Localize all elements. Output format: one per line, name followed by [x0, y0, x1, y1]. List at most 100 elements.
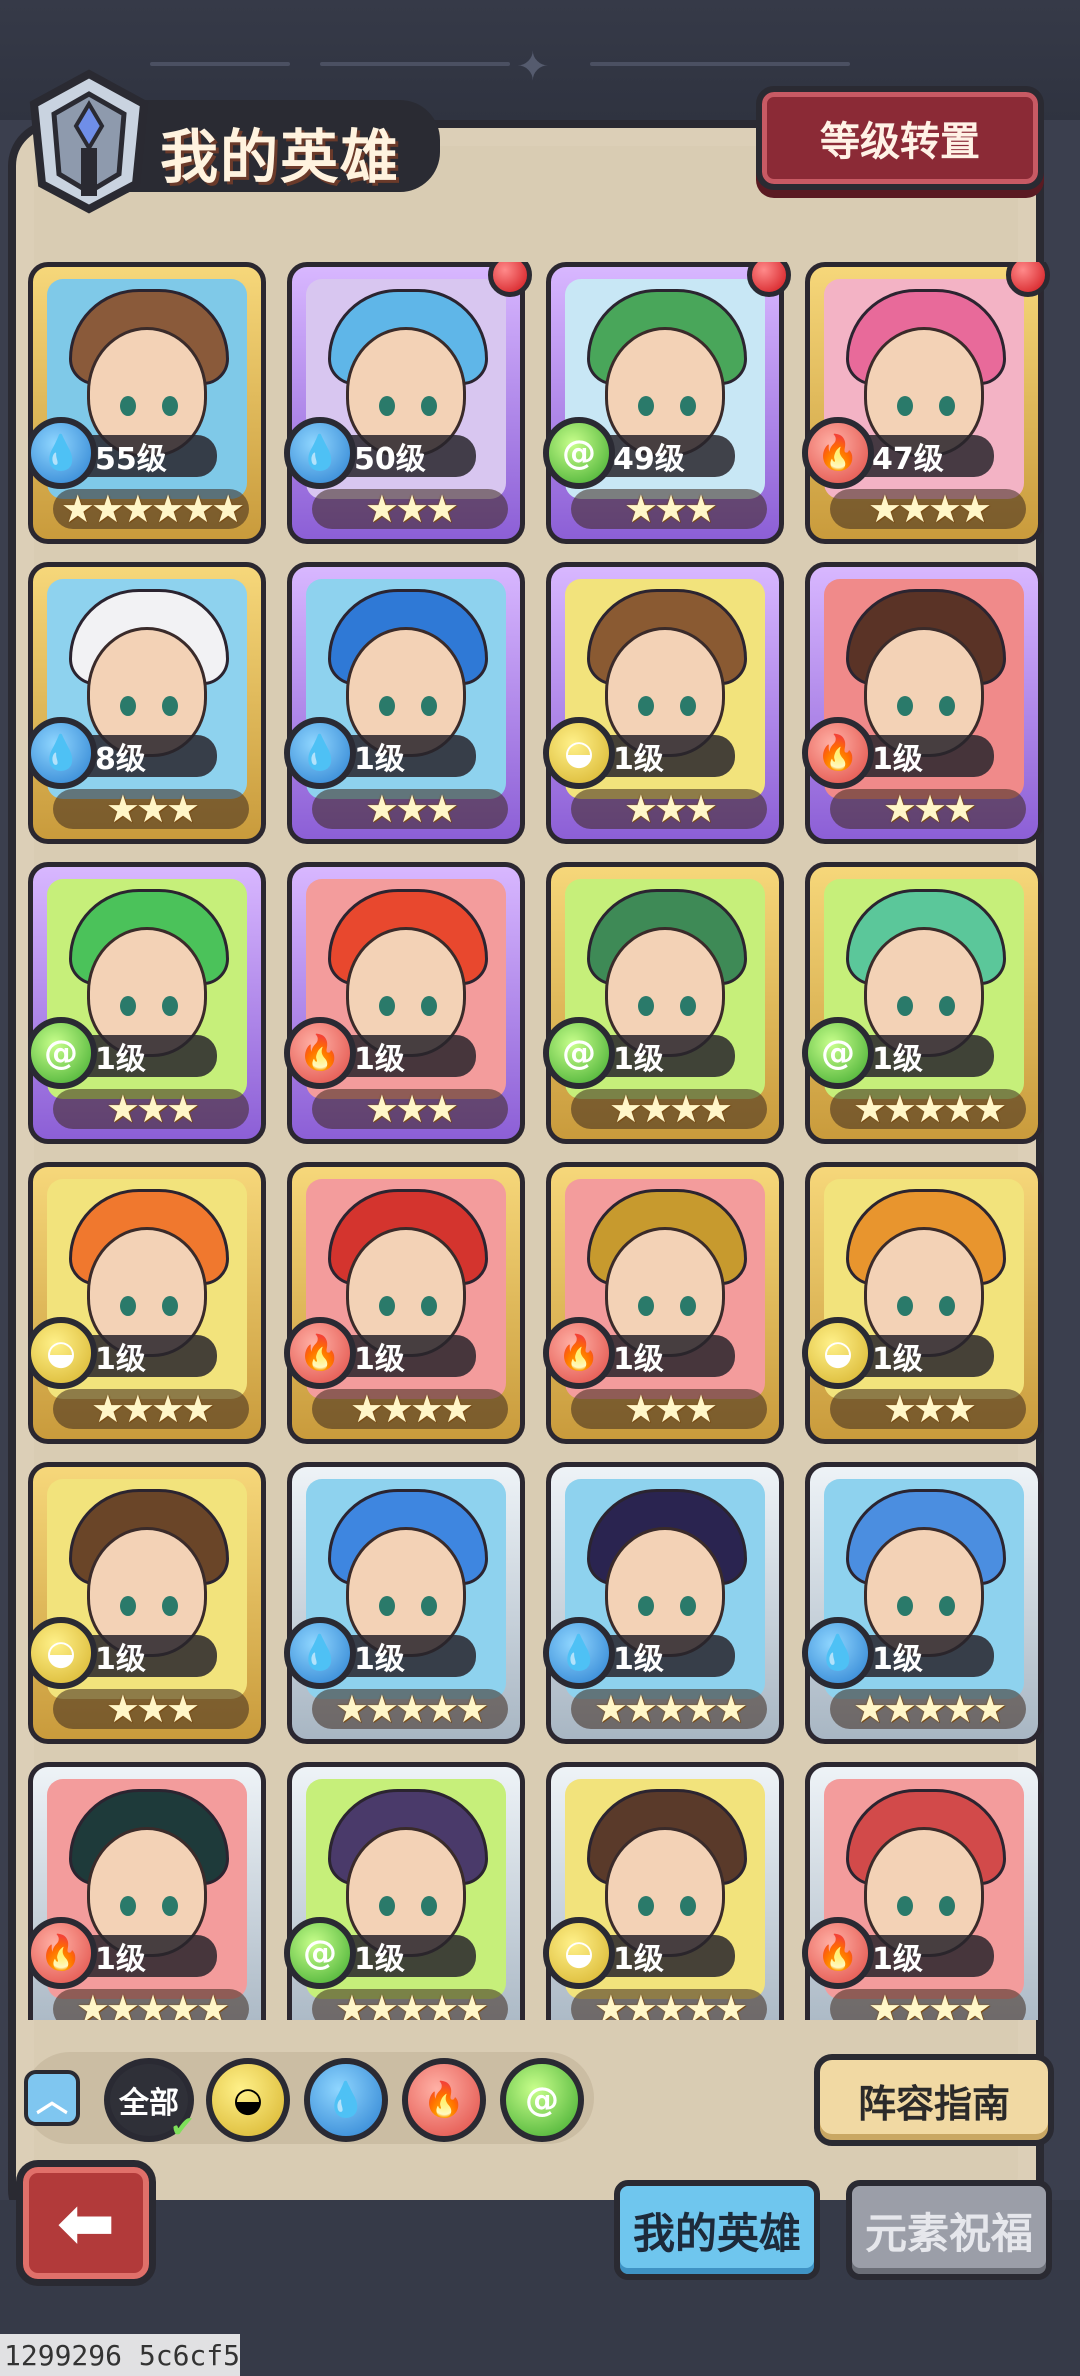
hero-eye	[421, 396, 437, 416]
hero-eye	[162, 1596, 178, 1616]
hero-level: 1级	[854, 1035, 994, 1077]
hero-card[interactable]: 1级 🔥 ★★★★★	[28, 1762, 266, 2020]
tab-element-blessing[interactable]: 元素祝福	[846, 2180, 1052, 2280]
water-element-icon: 💧	[543, 1617, 615, 1689]
hero-eye	[379, 1596, 395, 1616]
hero-eye	[379, 1296, 395, 1316]
hero-card[interactable]: 1级 🔥 ★★★★	[802, 1762, 1043, 2020]
hero-level: 47级	[854, 435, 994, 477]
hero-eye	[638, 696, 654, 716]
hero-card[interactable]: 1级 🔥 ★★★★	[284, 1162, 525, 1444]
hero-eye	[897, 996, 913, 1016]
hero-eye	[680, 696, 696, 716]
filter-earth-icon[interactable]: ◒	[206, 2058, 290, 2142]
hero-stars: ★★★★	[312, 1387, 508, 1431]
hero-eye	[162, 396, 178, 416]
fire-element-icon: 🔥	[802, 417, 874, 489]
hero-card[interactable]: 1级 💧 ★★★★★	[284, 1462, 525, 1744]
hero-eye	[379, 696, 395, 716]
hero-card[interactable]: 1级 💧 ★★★	[284, 562, 525, 844]
hero-eye	[379, 996, 395, 1016]
hero-stars: ★★★	[571, 1387, 767, 1431]
hero-card[interactable]: 1级 ◒ ★★★	[802, 1162, 1043, 1444]
hero-card[interactable]: 1级 ◒ ★★★★★	[543, 1762, 784, 2020]
hero-eye	[120, 696, 136, 716]
hero-card[interactable]: 1级 🔥 ★★★	[802, 562, 1043, 844]
hero-card[interactable]: 8级 💧 ★★★	[28, 562, 266, 844]
earth-element-icon: ◒	[28, 1317, 97, 1389]
tab-my-heroes[interactable]: 我的英雄	[614, 2180, 820, 2280]
deco-line	[590, 62, 850, 66]
hero-eye	[939, 1896, 955, 1916]
wind-element-icon: @	[543, 417, 615, 489]
hero-level: 8级	[77, 735, 217, 777]
hero-stars: ★★★★	[571, 1087, 767, 1131]
hero-card[interactable]: 49级 @ ★★★	[543, 262, 791, 544]
hero-eye	[421, 996, 437, 1016]
page-title: 我的英雄	[160, 123, 401, 191]
deco-star-icon: ✦	[516, 44, 550, 90]
hero-level: 50级	[336, 435, 476, 477]
watermark-text: 1299296 5c6cf5	[0, 2334, 240, 2376]
hero-card[interactable]: 50级 💧 ★★★	[284, 262, 532, 544]
hero-card[interactable]: 1级 @ ★★★★★	[802, 862, 1043, 1144]
hero-card[interactable]: 1级 ◒ ★★★	[543, 562, 784, 844]
hero-level: 1级	[77, 1635, 217, 1677]
hero-card[interactable]: 1级 @ ★★★★★	[284, 1762, 525, 2020]
hero-stars: ★★★	[53, 1687, 249, 1731]
hero-card[interactable]: 1级 ◒ ★★★	[28, 1462, 266, 1744]
water-element-icon: 💧	[802, 1617, 874, 1689]
hero-stars: ★★★	[830, 787, 1026, 831]
hero-stars: ★★★★★	[53, 1987, 249, 2020]
hero-eye	[638, 1296, 654, 1316]
hero-level: 1级	[854, 1335, 994, 1377]
hero-eye	[897, 1896, 913, 1916]
hero-card[interactable]: 1级 🔥 ★★★	[284, 862, 525, 1144]
hero-eye	[680, 1296, 696, 1316]
water-element-icon: 💧	[284, 417, 356, 489]
hero-eye	[162, 696, 178, 716]
hero-level: 1级	[336, 1035, 476, 1077]
hero-stars: ★★★★★	[830, 1087, 1026, 1131]
hero-eye	[939, 696, 955, 716]
hero-eye	[638, 1896, 654, 1916]
filter-fire-icon[interactable]: 🔥	[402, 2058, 486, 2142]
hero-eye	[897, 1596, 913, 1616]
hero-card[interactable]: 1级 💧 ★★★★★	[802, 1462, 1043, 1744]
chevron-up-icon[interactable]: ︿	[24, 2070, 80, 2126]
hero-stars: ★★★	[571, 787, 767, 831]
hero-card[interactable]: 55级 💧 ★★★★★★	[28, 262, 266, 544]
water-element-icon: 💧	[28, 417, 97, 489]
deco-line	[320, 62, 510, 66]
hero-level: 1级	[854, 1635, 994, 1677]
hero-level: 55级	[77, 435, 217, 477]
hero-card[interactable]: 47级 🔥 ★★★★	[802, 262, 1050, 544]
hero-stars: ★★★★	[830, 487, 1026, 531]
earth-element-icon: ◒	[802, 1317, 874, 1389]
hero-stars: ★★★	[312, 787, 508, 831]
hero-level: 1级	[854, 735, 994, 777]
hero-card[interactable]: 1级 💧 ★★★★★	[543, 1462, 784, 1744]
hero-eye	[638, 1596, 654, 1616]
arrow-left-icon[interactable]: ⬅	[16, 2160, 156, 2286]
hero-card[interactable]: 1级 @ ★★★★	[543, 862, 784, 1144]
filter-water-icon[interactable]: 💧	[304, 2058, 388, 2142]
filter-wind-icon[interactable]: @	[500, 2058, 584, 2142]
level-transfer-button[interactable]: 等级转置	[756, 86, 1044, 190]
hero-card[interactable]: 1级 🔥 ★★★	[543, 1162, 784, 1444]
water-element-icon: 💧	[284, 717, 356, 789]
hero-card[interactable]: 1级 ◒ ★★★★	[28, 1162, 266, 1444]
hero-level: 1级	[595, 1335, 735, 1377]
hero-eye	[421, 1596, 437, 1616]
fire-element-icon: 🔥	[802, 717, 874, 789]
hero-stars: ★★★★★★	[53, 487, 249, 531]
hero-stars: ★★★★	[53, 1387, 249, 1431]
helmet-icon	[29, 69, 149, 214]
wind-element-icon: @	[284, 1917, 356, 1989]
hero-eye	[680, 996, 696, 1016]
hero-card[interactable]: 1级 @ ★★★	[28, 862, 266, 1144]
lineup-guide-button[interactable]: 阵容指南	[814, 2054, 1054, 2146]
hero-eye	[120, 396, 136, 416]
hero-eye	[638, 996, 654, 1016]
hero-stars: ★★★★★	[571, 1987, 767, 2020]
